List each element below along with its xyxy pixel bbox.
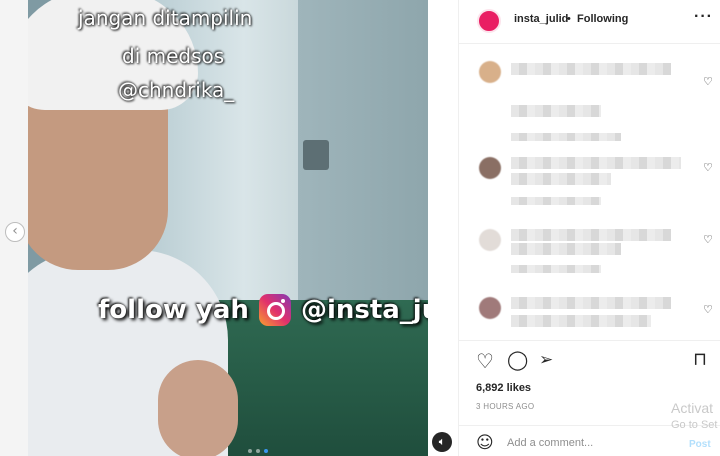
- post-actions-bar: ♡ ◯ ➢ ⊓: [459, 340, 720, 380]
- os-activation-watermark-sub: Go to Set: [671, 419, 718, 431]
- comment-meta-blurred: [511, 197, 601, 205]
- post-timestamp[interactable]: 3 HOURS AGO: [476, 402, 534, 411]
- os-activation-watermark: Activat: [671, 400, 714, 416]
- video-caption-line-2: di medsos: [122, 44, 225, 68]
- comment-text-blurred: [511, 105, 601, 117]
- bookmark-icon[interactable]: ⊓: [693, 349, 707, 370]
- more-horizontal-icon: ···: [694, 8, 713, 25]
- instagram-logo-icon: [258, 294, 291, 326]
- comment-text-blurred: [511, 173, 611, 185]
- comment-text-blurred: [511, 243, 621, 255]
- follow-text: follow yah: [98, 295, 249, 325]
- comment-text-blurred: [511, 157, 681, 169]
- comment-text-blurred: [511, 63, 671, 75]
- header-separator: •: [567, 13, 571, 25]
- carousel-indicator: [248, 449, 268, 453]
- comment-text-blurred: [511, 297, 671, 309]
- video-caption-line-3: @chndrika_: [118, 78, 235, 102]
- comment-input[interactable]: [507, 435, 667, 451]
- likes-count[interactable]: 6,892 likes: [476, 382, 531, 394]
- share-icon[interactable]: ➢: [539, 350, 553, 370]
- smiley-icon[interactable]: ☺: [476, 433, 494, 453]
- comment-like-button[interactable]: ♡: [703, 303, 713, 316]
- comment-meta-blurred: [511, 265, 601, 273]
- post-header: insta_julid • Following ···: [459, 0, 720, 44]
- commenter-avatar: [479, 61, 501, 83]
- heart-icon[interactable]: ♡: [476, 349, 494, 373]
- comment-like-button[interactable]: ♡: [703, 75, 713, 88]
- comment-text-blurred: [511, 315, 651, 327]
- carousel-prev-button[interactable]: ‹: [5, 222, 25, 242]
- comment-meta-blurred: [511, 133, 621, 141]
- comment-text-blurred: [511, 229, 671, 241]
- chevron-left-icon: ‹: [12, 223, 18, 239]
- video-follow-banner: follow yah @insta_julid: [98, 294, 428, 326]
- carousel-dot-active: [264, 449, 268, 453]
- video-scene-tap: [303, 140, 329, 170]
- carousel-dot: [248, 449, 252, 453]
- comment-icon[interactable]: ◯: [507, 349, 528, 371]
- post-side-panel: insta_julid • Following ··· ♡ ♡ ♡ ♡ ♡ ◯ …: [459, 0, 720, 456]
- post-video[interactable]: jangan ditampilin di medsos @chndrika_ f…: [28, 0, 428, 456]
- more-options-button[interactable]: ···: [694, 8, 713, 26]
- comment-like-button[interactable]: ♡: [703, 233, 713, 246]
- comment-like-button[interactable]: ♡: [703, 161, 713, 174]
- commenter-avatar: [479, 297, 501, 319]
- commenter-avatar: [479, 229, 501, 251]
- video-caption-line-1: jangan ditampilin: [78, 6, 253, 30]
- post-comment-button[interactable]: Post: [689, 439, 711, 450]
- speaker-icon: 🔈︎: [438, 435, 446, 448]
- comments-list[interactable]: ♡ ♡ ♡ ♡: [459, 45, 720, 335]
- mute-toggle-button[interactable]: 🔈︎: [432, 432, 452, 452]
- author-avatar[interactable]: [477, 9, 501, 33]
- follow-handle: @insta_julid: [300, 295, 428, 325]
- author-username[interactable]: insta_julid: [514, 13, 568, 25]
- video-scene-hand: [158, 360, 238, 456]
- carousel-dot: [256, 449, 260, 453]
- following-button[interactable]: Following: [577, 13, 628, 25]
- commenter-avatar: [479, 157, 501, 179]
